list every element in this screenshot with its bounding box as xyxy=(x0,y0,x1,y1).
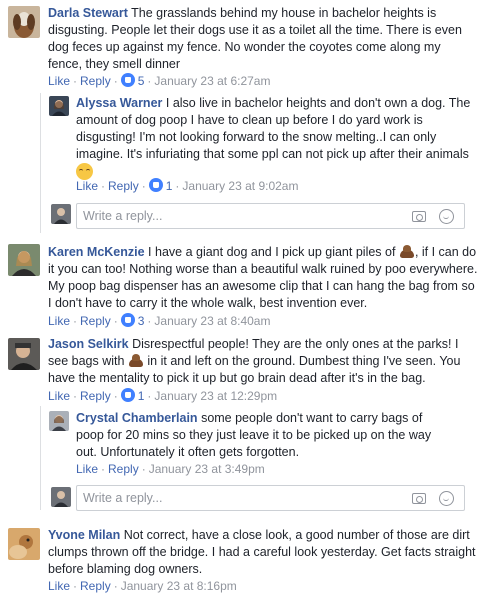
comment-text: I have a giant dog and I pick up giant p… xyxy=(148,245,396,259)
comment-body: Karen McKenzie I have a giant dog and I … xyxy=(48,244,478,312)
comment-actions: Like · Reply · 5 · January 23 at 6:27am xyxy=(48,73,271,88)
avatar[interactable] xyxy=(8,528,40,560)
avatar xyxy=(51,487,71,507)
reply-link[interactable]: Reply xyxy=(80,314,111,328)
avatar xyxy=(51,204,71,224)
avatar[interactable] xyxy=(8,244,40,276)
timestamp[interactable]: January 23 at 9:02am xyxy=(182,179,298,193)
reply-input[interactable] xyxy=(83,208,383,224)
avatar[interactable] xyxy=(8,6,40,38)
reply-body: Crystal Chamberlain some people don't wa… xyxy=(76,410,444,461)
like-icon xyxy=(148,178,163,192)
reply-input[interactable] xyxy=(83,490,383,506)
avatar[interactable] xyxy=(49,96,69,116)
like-link[interactable]: Like xyxy=(48,579,70,593)
reply-link[interactable]: Reply xyxy=(108,179,139,193)
like-link[interactable]: Like xyxy=(76,462,98,476)
like-icon xyxy=(120,73,135,87)
like-link[interactable]: Like xyxy=(48,389,70,403)
timestamp[interactable]: January 23 at 8:16pm xyxy=(121,579,237,593)
comment-body: Yvone Milan Not correct, have a close lo… xyxy=(48,527,478,578)
timestamp[interactable]: January 23 at 6:27am xyxy=(154,74,270,88)
author-name[interactable]: Darla Stewart xyxy=(48,6,128,20)
author-name[interactable]: Crystal Chamberlain xyxy=(76,411,198,425)
comment-body: Darla Stewart The grasslands behind my h… xyxy=(48,5,478,73)
emoji-icon[interactable] xyxy=(439,209,454,224)
poop-icon xyxy=(128,353,144,367)
like-icon xyxy=(120,313,135,327)
author-name[interactable]: Yvone Milan xyxy=(48,528,120,542)
comment-actions: Like · Reply · 1 · January 23 at 12:29pm xyxy=(48,388,278,403)
camera-icon[interactable] xyxy=(412,493,426,504)
reply-link[interactable]: Reply xyxy=(80,389,111,403)
reply-link[interactable]: Reply xyxy=(108,462,139,476)
avatar[interactable] xyxy=(49,411,69,431)
author-name[interactable]: Alyssa Warner xyxy=(76,96,162,110)
like-link[interactable]: Like xyxy=(76,179,98,193)
author-name[interactable]: Karen McKenzie xyxy=(48,245,145,259)
reply-actions: Like · Reply · 1 · January 23 at 9:02am xyxy=(76,178,299,193)
comment-actions: Like · Reply · 3 · January 23 at 8:40am xyxy=(48,313,271,328)
timestamp[interactable]: January 23 at 12:29pm xyxy=(154,389,277,403)
author-name[interactable]: Jason Selkirk xyxy=(48,337,129,351)
avatar[interactable] xyxy=(8,338,40,370)
camera-icon[interactable] xyxy=(412,211,426,222)
reply-link[interactable]: Reply xyxy=(80,579,111,593)
like-link[interactable]: Like xyxy=(48,314,70,328)
reply-actions: Like · Reply · January 23 at 3:49pm xyxy=(76,462,265,476)
timestamp[interactable]: January 23 at 3:49pm xyxy=(149,462,265,476)
poop-icon xyxy=(399,244,415,258)
comment-body: Jason Selkirk Disrespectful people! They… xyxy=(48,336,478,387)
reply-box xyxy=(76,485,465,511)
like-link[interactable]: Like xyxy=(48,74,70,88)
like-icon xyxy=(120,388,135,402)
reply-body: Alyssa Warner I also live in bachelor he… xyxy=(76,95,474,182)
reply-box xyxy=(76,203,465,229)
reply-link[interactable]: Reply xyxy=(80,74,111,88)
timestamp[interactable]: January 23 at 8:40am xyxy=(154,314,270,328)
emoji-icon[interactable] xyxy=(439,491,454,506)
comment-actions: Like · Reply · January 23 at 8:16pm xyxy=(48,579,237,593)
